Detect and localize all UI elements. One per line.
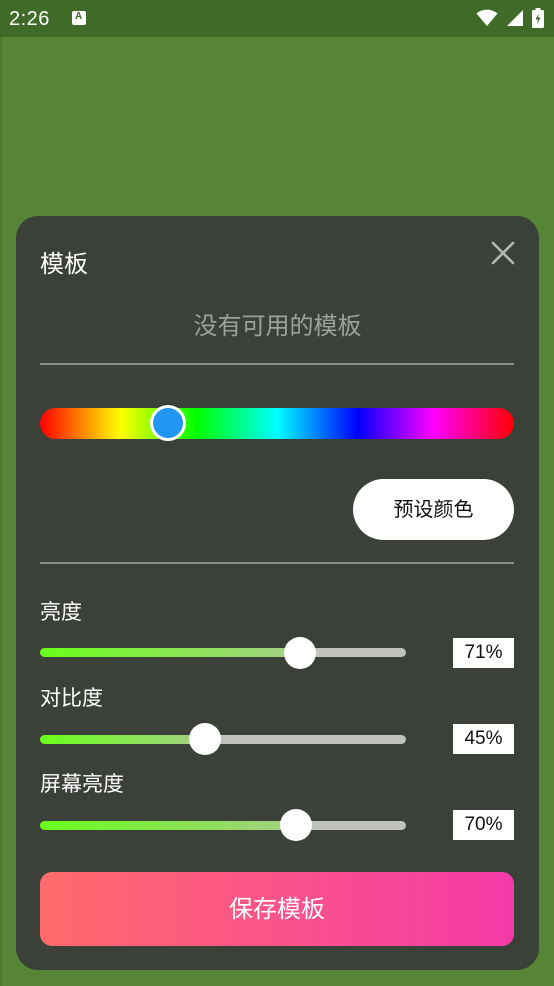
brightness-label: 亮度 [40,600,82,624]
save-template-button[interactable]: 保存模板 [40,872,514,946]
status-time: 2:26 [9,8,50,30]
screen-brightness-label: 屏幕亮度 [40,772,124,796]
notification-icon [72,11,86,25]
preset-colors-button[interactable]: 预设颜色 [353,479,514,540]
brightness-slider-thumb[interactable] [283,637,316,669]
battery-charging-icon [532,8,544,28]
screen-brightness-value: 70% [453,810,514,840]
contrast-slider-thumb[interactable] [188,723,221,755]
contrast-value: 45% [453,724,514,754]
empty-templates-message: 没有可用的模板 [193,312,362,340]
divider [40,562,514,564]
status-bar: 2:26 [0,0,554,37]
edge-strip [0,37,2,986]
brightness-value: 71% [453,638,514,668]
contrast-label: 对比度 [40,686,103,710]
brightness-slider-track[interactable] [40,648,406,657]
status-icons [476,8,544,28]
sheet-title: 模板 [40,250,88,278]
template-sheet: 模板 没有可用的模板 预设颜色 亮度 71% 对比度 45% 屏幕亮度 70% … [16,216,539,970]
screen-brightness-slider-track[interactable] [40,821,406,830]
hue-slider-track[interactable] [40,408,514,439]
contrast-slider-track[interactable] [40,735,406,744]
hue-slider-thumb[interactable] [149,405,186,441]
wifi-icon [476,9,498,26]
cellular-signal-icon [507,10,523,26]
screen-brightness-slider-thumb[interactable] [280,809,313,841]
divider [40,363,514,365]
close-icon[interactable] [488,238,518,268]
